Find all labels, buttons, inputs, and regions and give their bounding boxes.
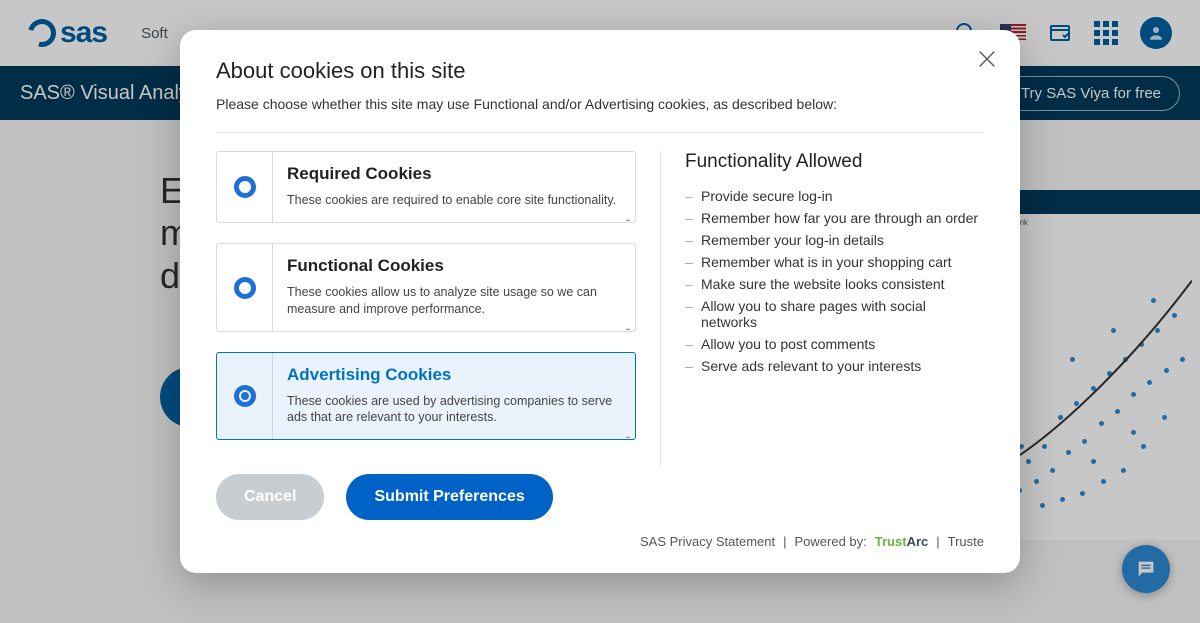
footer-sep: | <box>936 534 939 549</box>
card-desc: These cookies are required to enable cor… <box>287 192 621 208</box>
card-title: Advertising Cookies <box>287 365 621 385</box>
functionality-item: Serve ads relevant to your interests <box>685 355 984 377</box>
trustarc-logo[interactable]: TrustArc <box>875 534 928 549</box>
card-desc: These cookies allow us to analyze site u… <box>287 284 621 317</box>
close-button[interactable] <box>976 48 998 75</box>
functionality-item: Allow you to post comments <box>685 333 984 355</box>
radio-icon <box>234 176 256 198</box>
functionality-heading: Functionality Allowed <box>685 151 984 173</box>
submit-button[interactable]: Submit Preferences <box>346 474 552 520</box>
functionality-item: Allow you to share pages with social net… <box>685 295 984 333</box>
cookie-modal: About cookies on this site Please choose… <box>180 30 1020 573</box>
card-title: Functional Cookies <box>287 256 621 276</box>
functionality-item: Make sure the website looks consistent <box>685 273 984 295</box>
expand-icon[interactable]: ... <box>625 427 629 441</box>
cookie-option-1[interactable]: Functional Cookies These cookies allow us… <box>216 243 636 332</box>
privacy-link[interactable]: SAS Privacy Statement <box>640 534 775 549</box>
radio-icon <box>234 385 256 407</box>
radio-icon <box>234 277 256 299</box>
truste-link[interactable]: Truste <box>948 534 984 549</box>
divider <box>216 132 984 133</box>
cookie-option-2[interactable]: Advertising Cookies These cookies are use… <box>216 352 636 441</box>
functionality-item: Remember your log-in details <box>685 229 984 251</box>
functionality-item: Remember how far you are through an orde… <box>685 207 984 229</box>
footer-sep: | <box>783 534 786 549</box>
expand-icon[interactable]: ... <box>625 210 629 224</box>
functionality-item: Remember what is in your shopping cart <box>685 251 984 273</box>
expand-icon[interactable]: ... <box>625 319 629 333</box>
modal-title: About cookies on this site <box>216 58 984 84</box>
cookie-option-0[interactable]: Required Cookies These cookies are requir… <box>216 151 636 223</box>
functionality-item: Provide secure log-in <box>685 185 984 207</box>
close-icon <box>976 48 998 70</box>
card-title: Required Cookies <box>287 164 621 184</box>
powered-by-label: Powered by: <box>795 534 867 549</box>
cancel-button[interactable]: Cancel <box>216 474 324 520</box>
card-desc: These cookies are used by advertising co… <box>287 393 621 426</box>
modal-subtitle: Please choose whether this site may use … <box>216 96 984 112</box>
